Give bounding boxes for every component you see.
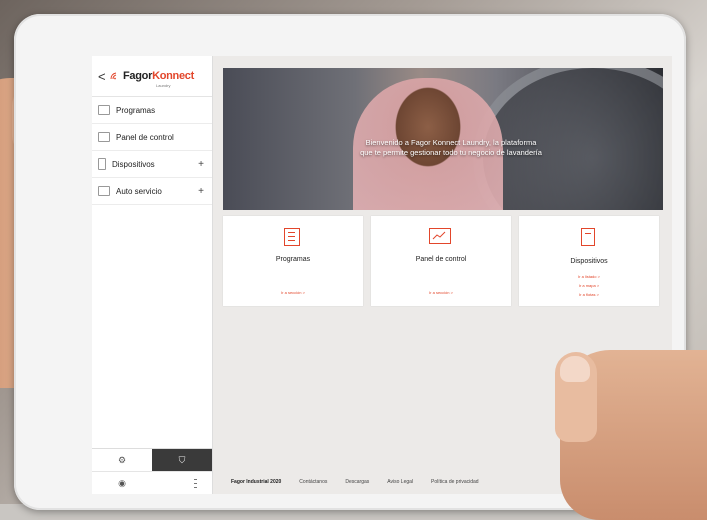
sidebar: < FagorKonnect Laundry Programas Panel d… [92,56,213,494]
sidebar-item-label: Dispositivos [112,159,155,169]
account-button[interactable]: ⛉ [152,449,212,471]
device-icon [581,228,595,246]
fingernail [560,356,590,382]
card-panel-de-control[interactable]: Panel de control Ir a sección > [371,216,511,306]
footer-link-contactanos[interactable]: Contáctanos [299,479,327,485]
sidebar-item-programas[interactable]: Programas [92,97,212,124]
dashboard-icon [98,132,110,142]
section-cards: Programas Ir a sección > Panel de contro… [223,216,663,308]
hero-line-1: Bienvenido a Fagor Konnect Laundry, la p… [365,138,537,147]
user-button[interactable]: ◉ [92,472,152,494]
sidebar-item-label: Auto servicio [116,186,162,196]
brand-subtitle: Laundry [156,83,171,88]
sidebar-item-panel-de-control[interactable]: Panel de control [92,124,212,151]
brand-name: FagorKonnect [123,70,194,82]
list-icon [284,228,300,246]
programs-icon [98,105,110,115]
card-dispositivos[interactable]: Dispositivos Ir a listado > Ir a mapa > … [519,216,659,306]
sidebar-item-dispositivos[interactable]: Dispositivos + [92,151,212,178]
card-programas[interactable]: Programas Ir a sección > [223,216,363,306]
sidebar-footer: ⚙ ⛉ ◉ ▬ ▬ ▬ [92,448,212,494]
settings-button[interactable]: ⚙ [92,449,152,471]
sidebar-item-label: Programas [116,105,156,115]
card-title: Dispositivos [570,258,608,265]
brand-name-part1: Fagor [123,70,153,82]
shield-icon: ⛉ [178,454,186,465]
self-service-icon [98,186,110,196]
hero-line-2: que te permite gestionar todo tu negocio… [360,148,542,157]
back-icon[interactable]: < [98,69,108,84]
sidebar-item-label: Panel de control [116,132,174,142]
footer-company: Fagor Industrial 2020 [231,479,282,485]
card-link-seccion[interactable]: Ir a sección > [223,290,363,295]
brand-header: < FagorKonnect Laundry [92,56,212,97]
expand-icon[interactable]: + [198,159,204,170]
footer-link-aviso-legal[interactable]: Aviso Legal [387,479,413,485]
card-link-listado[interactable]: Ir a listado > [519,274,659,279]
card-title: Panel de control [415,256,467,263]
wifi-icon [110,70,120,83]
expand-icon[interactable]: + [198,186,204,197]
card-link-mapa[interactable]: Ir a mapa > [519,283,659,288]
card-link-flotas[interactable]: Ir a flotas > [519,292,659,297]
card-link-seccion[interactable]: Ir a sección > [371,290,511,295]
brand-logo[interactable]: FagorKonnect [110,70,194,83]
sidebar-item-auto-servicio[interactable]: Auto servicio + [92,178,212,205]
hero-banner: Bienvenido a Fagor Konnect Laundry, la p… [223,68,663,210]
footer-link-privacidad[interactable]: Política de privacidad [431,479,479,485]
chart-icon [429,228,451,244]
gear-icon: ⚙ [117,454,127,465]
partner-logo: ▬ ▬ ▬ [152,472,212,494]
partner-logo-mark: ▬ ▬ ▬ [194,477,197,489]
user-icon: ◉ [118,477,126,488]
card-title: Programas [275,256,311,263]
device-icon [98,158,106,170]
brand-name-part2: Konnect [152,70,194,82]
footer-link-descargas[interactable]: Descargas [345,479,369,485]
hero-welcome-text: Bienvenido a Fagor Konnect Laundry, la p… [331,138,571,158]
